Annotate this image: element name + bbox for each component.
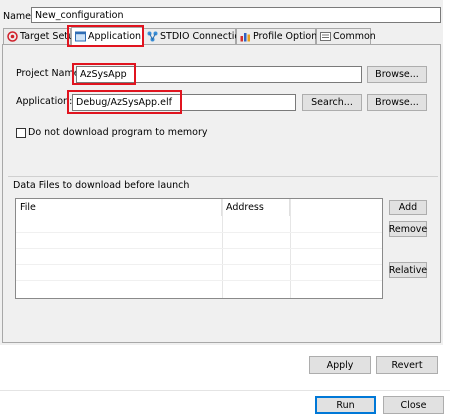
connection-icon	[147, 31, 158, 42]
tab-label: Application	[88, 31, 142, 42]
application-label: Application:	[16, 96, 73, 107]
application-window-icon	[75, 31, 86, 42]
application-path-input[interactable]	[72, 94, 296, 111]
remove-file-button[interactable]: Remove	[389, 221, 427, 237]
table-row	[16, 264, 382, 265]
project-name-input[interactable]	[76, 66, 362, 83]
project-name-label: Project Name:	[16, 68, 83, 79]
group-separator	[8, 176, 438, 177]
data-files-table[interactable]: File Address	[15, 198, 383, 299]
tab-label: STDIO Connection	[160, 31, 247, 42]
search-button[interactable]: Search...	[302, 94, 362, 111]
table-row	[16, 280, 382, 281]
tab-label: Common	[333, 31, 376, 42]
table-row	[16, 248, 382, 249]
footer-separator	[0, 390, 450, 391]
no-download-checkbox[interactable]	[16, 128, 26, 138]
column-header-file[interactable]: File	[16, 199, 222, 216]
common-icon	[320, 31, 331, 42]
tab-stdio-connection[interactable]: STDIO Connection	[143, 28, 246, 44]
tab-label: Profile Options	[253, 31, 323, 42]
tab-application[interactable]: Application	[71, 27, 143, 45]
chart-bars-icon	[240, 31, 251, 42]
close-button[interactable]: Close	[383, 396, 444, 414]
table-row	[16, 232, 382, 233]
revert-button[interactable]: Revert	[376, 356, 438, 374]
no-download-label: Do not download program to memory	[28, 127, 208, 138]
run-button[interactable]: Run	[315, 396, 376, 414]
add-file-button[interactable]: Add	[389, 200, 427, 215]
data-files-group-label: Data Files to download before launch	[13, 180, 190, 191]
project-browse-button[interactable]: Browse...	[367, 66, 427, 83]
column-header-address[interactable]: Address	[222, 199, 290, 216]
tab-target-setup[interactable]: Target Setup	[3, 28, 80, 44]
tab-common[interactable]: Common	[316, 28, 376, 44]
configuration-name-input[interactable]	[31, 7, 441, 23]
relative-path-button[interactable]: Relative	[389, 262, 427, 278]
apply-button[interactable]: Apply	[309, 356, 371, 374]
name-label: Name:	[3, 11, 35, 22]
tab-profile-options[interactable]: Profile Options	[236, 28, 322, 44]
target-icon	[7, 31, 18, 42]
application-browse-button[interactable]: Browse...	[367, 94, 427, 111]
